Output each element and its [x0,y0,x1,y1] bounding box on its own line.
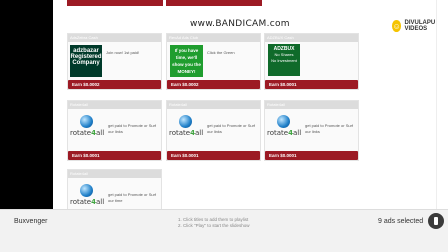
rotate4all-logo: rotate4all [169,113,203,147]
ad-card-description: get paid to Promote or Surf our links [305,123,354,134]
ad-card[interactable]: Rotate4all rotate4all get paid to Promot… [67,100,162,161]
ad-card[interactable]: Rotate4all rotate4all get paid to Promot… [264,100,359,161]
rotate4all-logo: rotate4all [70,113,104,147]
channel-brand: ☺ DIVULAPU VIDEOS [392,20,448,32]
ad-card-description: Click the Green [207,50,235,55]
ad-card-header: Rotate4all [167,101,260,109]
ad-card-header: Rotate4all [265,101,358,109]
pause-icon [434,217,438,225]
globe-icon [80,184,93,197]
video-frame: www.BANDICAM.com AdsZebra Cash adzbazar … [0,0,448,252]
earn-strip [166,0,262,6]
selected-count: 9 ads selected [378,218,424,225]
ad-card-header: Rotate4all [68,170,161,178]
rotate4all-logo: rotate4all [267,113,301,147]
watermark-text: www.BANDICAM.com [190,19,290,29]
earn-button[interactable]: Earn $0.0001 [167,151,260,160]
ad-card-header: AdsZebra Cash [68,34,161,42]
globe-icon [277,115,290,128]
ad-card[interactable]: Rotate4all rotate4all get paid to Promot… [166,100,261,161]
money-banner: If you have time, we'll show you the MON… [170,45,203,77]
brand-name: DIVULAPU VIDEOS [404,20,436,32]
adzbazar-logo: adzbazar Registered Company [70,45,102,77]
playlist-hint: 1. Click titles to add them to playlist [178,217,249,222]
ad-card[interactable]: RevAd Ads Club If you have time, we'll s… [166,33,261,90]
ad-card-description: Join now! 1st paid! [106,50,140,55]
adzbux-logo: ADZBUX No Shares No Investment [268,44,300,76]
globe-icon [80,115,93,128]
earn-button[interactable]: Earn $0.0002 [167,80,260,89]
ad-card-header: Rotate4all [68,101,161,109]
ad-card[interactable]: ADZBUX Cash ADZBUX No Shares No Investme… [264,33,359,90]
play-pause-button[interactable] [428,213,444,229]
ad-card[interactable]: AdsZebra Cash adzbazar Registered Compan… [67,33,162,90]
earn-button[interactable]: Earn $0.0001 [265,151,358,160]
ad-card-header: RevAd Ads Club [167,34,260,42]
ad-card-description: get paid to Promote or Surf our links [207,123,256,134]
earn-button[interactable]: Earn $0.0001 [265,80,358,89]
playlist-hint: 2. Click "Play" to start the slideshow [178,223,250,228]
ad-card-description: get paid to Promote or Surf our time [108,192,157,203]
earn-strip [67,0,163,6]
ad-card-header: ADZBUX Cash [265,34,358,42]
brand-logo-icon: ☺ [392,20,402,32]
earn-button[interactable]: Earn $0.0002 [68,80,161,89]
playlist-bar: Buxvenger 1. Click titles to add them to… [0,209,448,252]
ad-card-description: get paid to Promote or Surf our links [108,123,157,134]
earn-button[interactable]: Earn $0.0001 [68,151,161,160]
globe-icon [179,115,192,128]
playlist-title: Buxvenger [14,218,48,225]
